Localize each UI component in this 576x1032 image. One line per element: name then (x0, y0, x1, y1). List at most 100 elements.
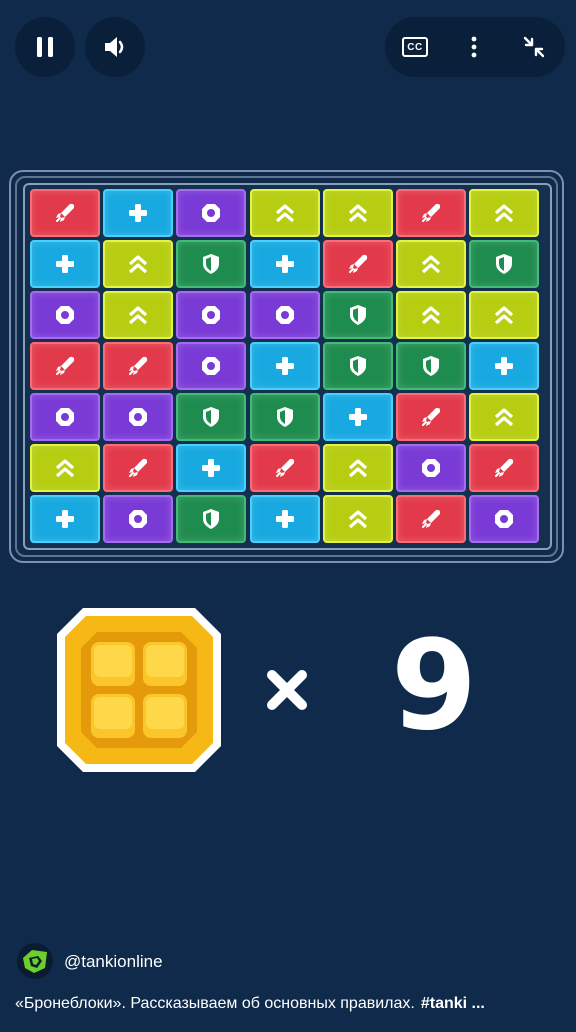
tile-chevrons[interactable] (396, 291, 466, 339)
channel-avatar[interactable] (17, 943, 53, 979)
tile-rocket[interactable] (30, 342, 100, 390)
volume-button[interactable] (85, 17, 145, 77)
nut-icon (422, 459, 440, 477)
tile-nut[interactable] (103, 393, 174, 441)
rocket-icon (348, 254, 367, 273)
tile-nut[interactable] (30, 393, 100, 441)
tile-plus[interactable] (176, 444, 247, 492)
shield-icon (496, 254, 513, 274)
tile-chevrons[interactable] (30, 444, 100, 492)
tile-rocket[interactable] (30, 189, 100, 237)
tile-shield[interactable] (322, 342, 393, 390)
chevrons-icon (129, 306, 148, 325)
plus-icon (495, 357, 514, 375)
tile-rocket[interactable] (322, 240, 393, 288)
shield-icon (349, 305, 366, 325)
plus-icon (56, 510, 74, 528)
shield-icon (203, 407, 220, 427)
tile-chevrons[interactable] (469, 291, 540, 339)
tile-rocket[interactable] (469, 444, 540, 492)
times-icon (262, 665, 312, 715)
tile-nut[interactable] (249, 291, 320, 339)
chevrons-icon (348, 204, 367, 223)
chevrons-icon (495, 306, 514, 325)
plus-icon (275, 255, 294, 273)
shield-icon (203, 509, 220, 529)
pause-icon (37, 37, 53, 57)
chevrons-icon (55, 459, 75, 478)
tile-plus[interactable] (30, 240, 100, 288)
tile-plus[interactable] (469, 342, 540, 390)
tile-nut[interactable] (396, 444, 466, 492)
tile-shield[interactable] (322, 291, 393, 339)
nut-icon (202, 204, 221, 222)
caption-text: «Бронеблоки». Рассказываем об основных п… (15, 995, 415, 1012)
tile-rocket[interactable] (103, 342, 174, 390)
tile-shield[interactable] (176, 495, 247, 543)
tile-chevrons[interactable] (103, 240, 174, 288)
chevrons-icon (348, 459, 367, 478)
plus-icon (202, 459, 221, 477)
hashtag-link[interactable]: #tanki ... (421, 995, 485, 1012)
player-controls-pill: CC (385, 17, 565, 77)
chevrons-icon (275, 204, 294, 223)
chevrons-icon (129, 255, 148, 274)
tile-rocket[interactable] (249, 444, 320, 492)
shield-icon (423, 356, 439, 376)
plus-icon (129, 204, 148, 222)
nut-icon (202, 357, 221, 375)
tile-nut[interactable] (469, 495, 540, 543)
tile-rocket[interactable] (103, 444, 174, 492)
exit-fullscreen-button[interactable] (516, 29, 552, 65)
captions-button[interactable]: CC (397, 29, 433, 65)
nut-icon (129, 510, 148, 528)
rocket-icon (129, 458, 148, 477)
more-button[interactable] (456, 29, 492, 65)
video-caption: «Бронеблоки». Рассказываем об основных п… (15, 995, 560, 1013)
pause-button[interactable] (15, 17, 75, 77)
nut-icon (56, 408, 74, 426)
tile-chevrons[interactable] (469, 189, 540, 237)
tile-shield[interactable] (176, 240, 247, 288)
board-grid (30, 189, 546, 545)
tile-chevrons[interactable] (249, 189, 320, 237)
tile-plus[interactable] (322, 393, 393, 441)
tile-shield[interactable] (176, 393, 247, 441)
tile-chevrons[interactable] (469, 393, 540, 441)
shield-icon (349, 356, 366, 376)
tile-plus[interactable] (103, 189, 174, 237)
tile-chevrons[interactable] (103, 291, 174, 339)
tile-plus[interactable] (249, 495, 320, 543)
tile-shield[interactable] (249, 393, 320, 441)
tile-nut[interactable] (176, 291, 247, 339)
tile-rocket[interactable] (396, 189, 466, 237)
armor-block-icon (53, 604, 225, 776)
chevrons-icon (495, 204, 514, 223)
tile-chevrons[interactable] (322, 444, 393, 492)
tile-rocket[interactable] (396, 495, 466, 543)
plus-icon (275, 357, 294, 375)
tile-chevrons[interactable] (322, 495, 393, 543)
tile-shield[interactable] (469, 240, 540, 288)
tile-nut[interactable] (30, 291, 100, 339)
nut-icon (202, 306, 221, 324)
chevrons-icon (421, 306, 441, 325)
tile-nut[interactable] (103, 495, 174, 543)
tile-chevrons[interactable] (322, 189, 393, 237)
rocket-icon (422, 407, 441, 426)
tile-chevrons[interactable] (396, 240, 466, 288)
tile-nut[interactable] (176, 189, 247, 237)
tile-plus[interactable] (30, 495, 100, 543)
chevrons-icon (421, 255, 441, 274)
bonus-count: 9 (390, 614, 478, 758)
tile-rocket[interactable] (396, 393, 466, 441)
more-vertical-icon (471, 36, 477, 58)
tile-plus[interactable] (249, 342, 320, 390)
nut-icon (495, 510, 514, 528)
channel-handle[interactable]: @tankionline (64, 952, 163, 972)
rocket-icon (275, 458, 294, 477)
rocket-icon (56, 203, 75, 222)
tile-shield[interactable] (396, 342, 466, 390)
tile-nut[interactable] (176, 342, 247, 390)
tile-plus[interactable] (249, 240, 320, 288)
